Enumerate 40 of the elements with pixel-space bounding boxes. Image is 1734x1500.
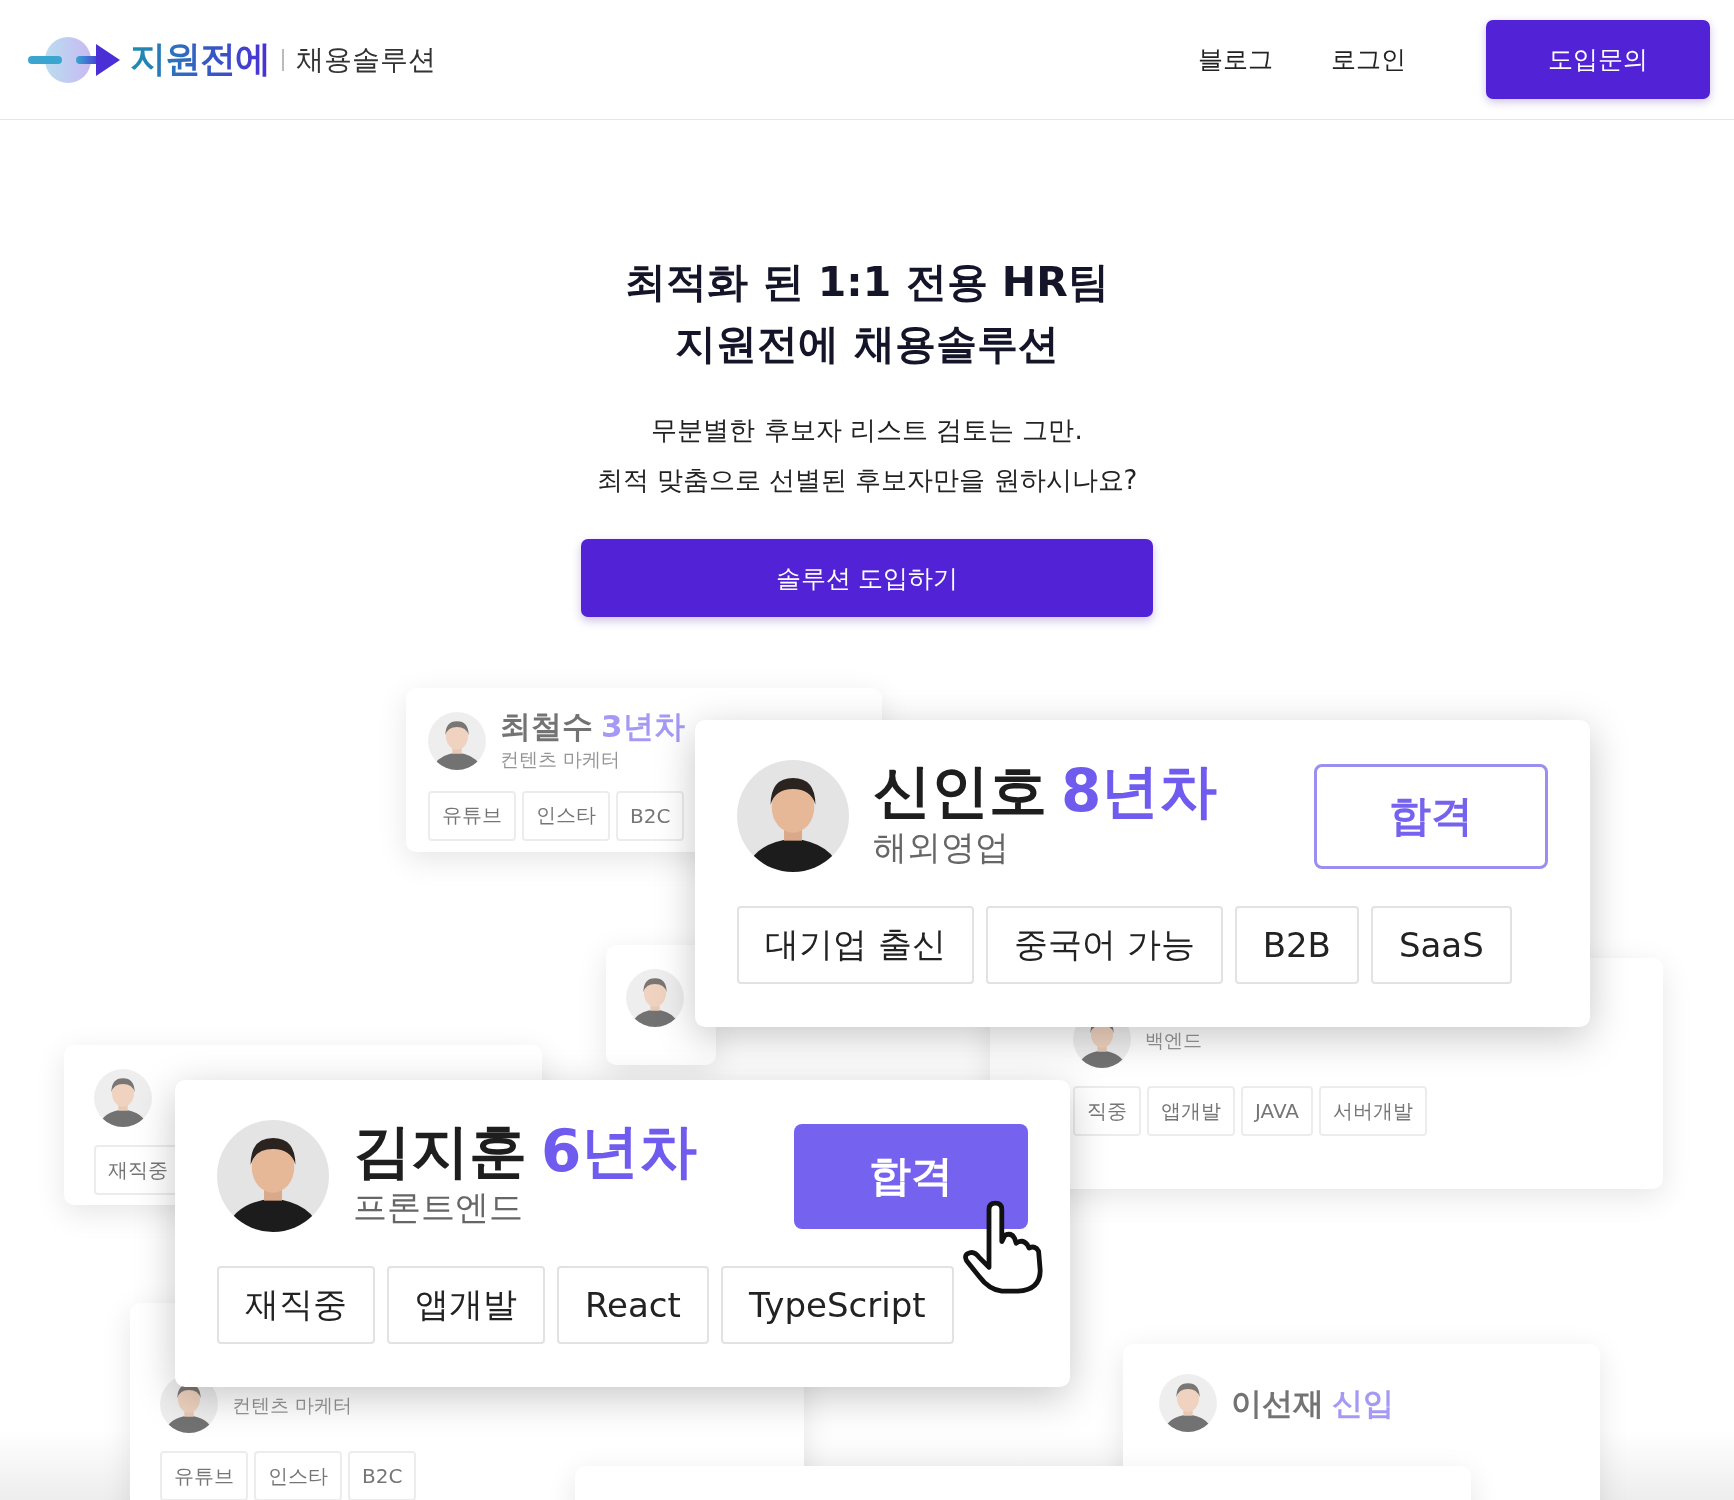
nav-link[interactable]: 블로그 — [1198, 43, 1273, 76]
skill-tag: 인스타 — [522, 790, 610, 841]
product-name: 채용솔루션 — [296, 41, 436, 78]
candidate-role: 컨텐츠 마케터 — [232, 1393, 353, 1418]
skill-tag: 대기업 출신 — [737, 906, 974, 984]
candidate-name: 신인호 — [873, 760, 1047, 822]
candidate-name: 김지훈 — [353, 1120, 527, 1182]
skill-tag: 앱개발 — [387, 1266, 545, 1344]
skill-tag: 재직중 — [217, 1266, 375, 1344]
skill-tag: JAVA — [1241, 1086, 1314, 1136]
experience-years: 3년차 — [601, 710, 685, 743]
inquiry-button[interactable]: 도입문의 — [1486, 20, 1710, 99]
skill-tag: 인스타 — [254, 1451, 342, 1500]
skill-tag: 앱개발 — [1147, 1086, 1235, 1136]
adopt-solution-button[interactable]: 솔루션 도입하기 — [581, 539, 1153, 617]
candidate-role: 컨텐츠 마케터 — [500, 746, 622, 772]
skill-tag: 중국어 가능 — [985, 906, 1223, 984]
skill-tag: React — [557, 1266, 709, 1344]
pass-button[interactable]: 합격 — [794, 1123, 1028, 1229]
skill-tag: B2B — [1234, 906, 1359, 984]
candidate-role: 백엔드 — [1145, 1028, 1202, 1053]
hero-title: 최적화 된 1:1 전용 HR팀 지원전에 채용솔루션 — [625, 257, 1109, 370]
experience-years: 8년차 — [1061, 760, 1218, 822]
nav-link[interactable]: 로그인 — [1331, 43, 1406, 76]
experience-years: 신입 — [1332, 1386, 1394, 1420]
skill-tag: SaaS — [1370, 906, 1512, 984]
candidate-role: 해외영업 — [873, 826, 1010, 870]
skill-tag: 유튜브 — [160, 1451, 248, 1500]
experience-years: 6년차 — [541, 1120, 698, 1182]
skill-tag: 유튜브 — [428, 790, 516, 841]
skill-tag: B2C — [348, 1451, 417, 1500]
pass-button[interactable]: 합격 — [1314, 763, 1548, 869]
skill-tag: B2C — [616, 790, 685, 841]
candidate-name: 최철수 — [500, 710, 593, 743]
skill-tag: TypeScript — [720, 1266, 954, 1344]
candidate-role: 프론트엔드 — [353, 1186, 524, 1230]
hero-subtitle: 무분별한 후보자 리스트 검토는 그만. 최적 맞춤으로 선별된 후보자만을 원하시나요? — [596, 414, 1138, 497]
skill-tag: 서버개발 — [1319, 1086, 1428, 1136]
skill-tag: 직중 — [1073, 1086, 1141, 1136]
candidate-name: 이선재 — [1231, 1386, 1324, 1420]
